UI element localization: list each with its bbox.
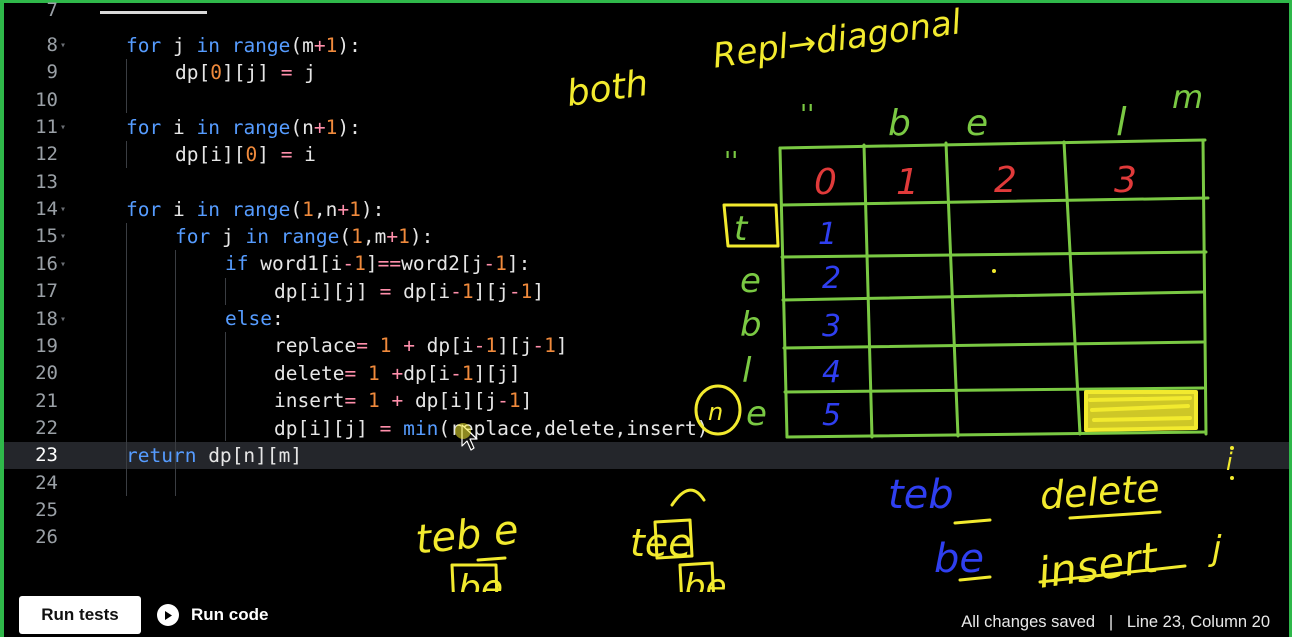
- cell-3-0: 3: [822, 309, 841, 344]
- row-header-l: l: [742, 351, 752, 391]
- col-header-e: e: [966, 103, 988, 144]
- cell-4-0: 4: [822, 355, 841, 390]
- play-icon: [157, 604, 179, 626]
- row-header-e1: e: [740, 261, 761, 301]
- note-right-bottom: be: [934, 536, 984, 582]
- col-header-m: m: [1172, 78, 1203, 116]
- mark-i: i: [1226, 448, 1233, 476]
- note-delete: delete: [1038, 466, 1160, 518]
- drawing-overlay: Repl→diagonal both '' b e l m '' t e b l…: [413, 2, 1234, 624]
- run-code-label: Run code: [191, 605, 269, 624]
- col-header-b: b: [888, 103, 911, 144]
- mark-j: j: [1208, 529, 1222, 569]
- row-header-t: t: [734, 209, 749, 249]
- cell-0-3: 3: [1114, 160, 1137, 201]
- col-header-l: l: [1116, 100, 1127, 144]
- run-tests-button[interactable]: Run tests: [19, 596, 141, 634]
- cell-0-2: 2: [994, 160, 1017, 201]
- mark-n: n: [708, 398, 723, 426]
- highlight-box-t: [722, 203, 780, 248]
- row-header-e2: e: [746, 394, 767, 434]
- cell-1-0: 1: [818, 217, 837, 252]
- status-text: All changes saved | Line 23, Column 20: [961, 613, 1270, 631]
- note-left-top: teb e: [413, 507, 520, 564]
- row-header-b: b: [740, 305, 762, 345]
- run-code-button[interactable]: Run code: [157, 602, 268, 628]
- col-header-empty: '': [800, 100, 814, 130]
- cell-5-0: 5: [822, 398, 841, 433]
- note-repl-diagonal: Repl→diagonal: [710, 2, 964, 76]
- note-insert: insert: [1035, 532, 1162, 597]
- highlighted-cell: [1084, 390, 1198, 432]
- note-right-top: teb: [888, 472, 954, 518]
- row-header-empty: '': [724, 147, 738, 177]
- note-mid-top: tee: [630, 521, 692, 565]
- cell-0-1: 1: [896, 162, 919, 203]
- cell-0-0: 0: [814, 162, 837, 203]
- note-both: both: [564, 63, 651, 115]
- cell-2-0: 2: [822, 261, 841, 296]
